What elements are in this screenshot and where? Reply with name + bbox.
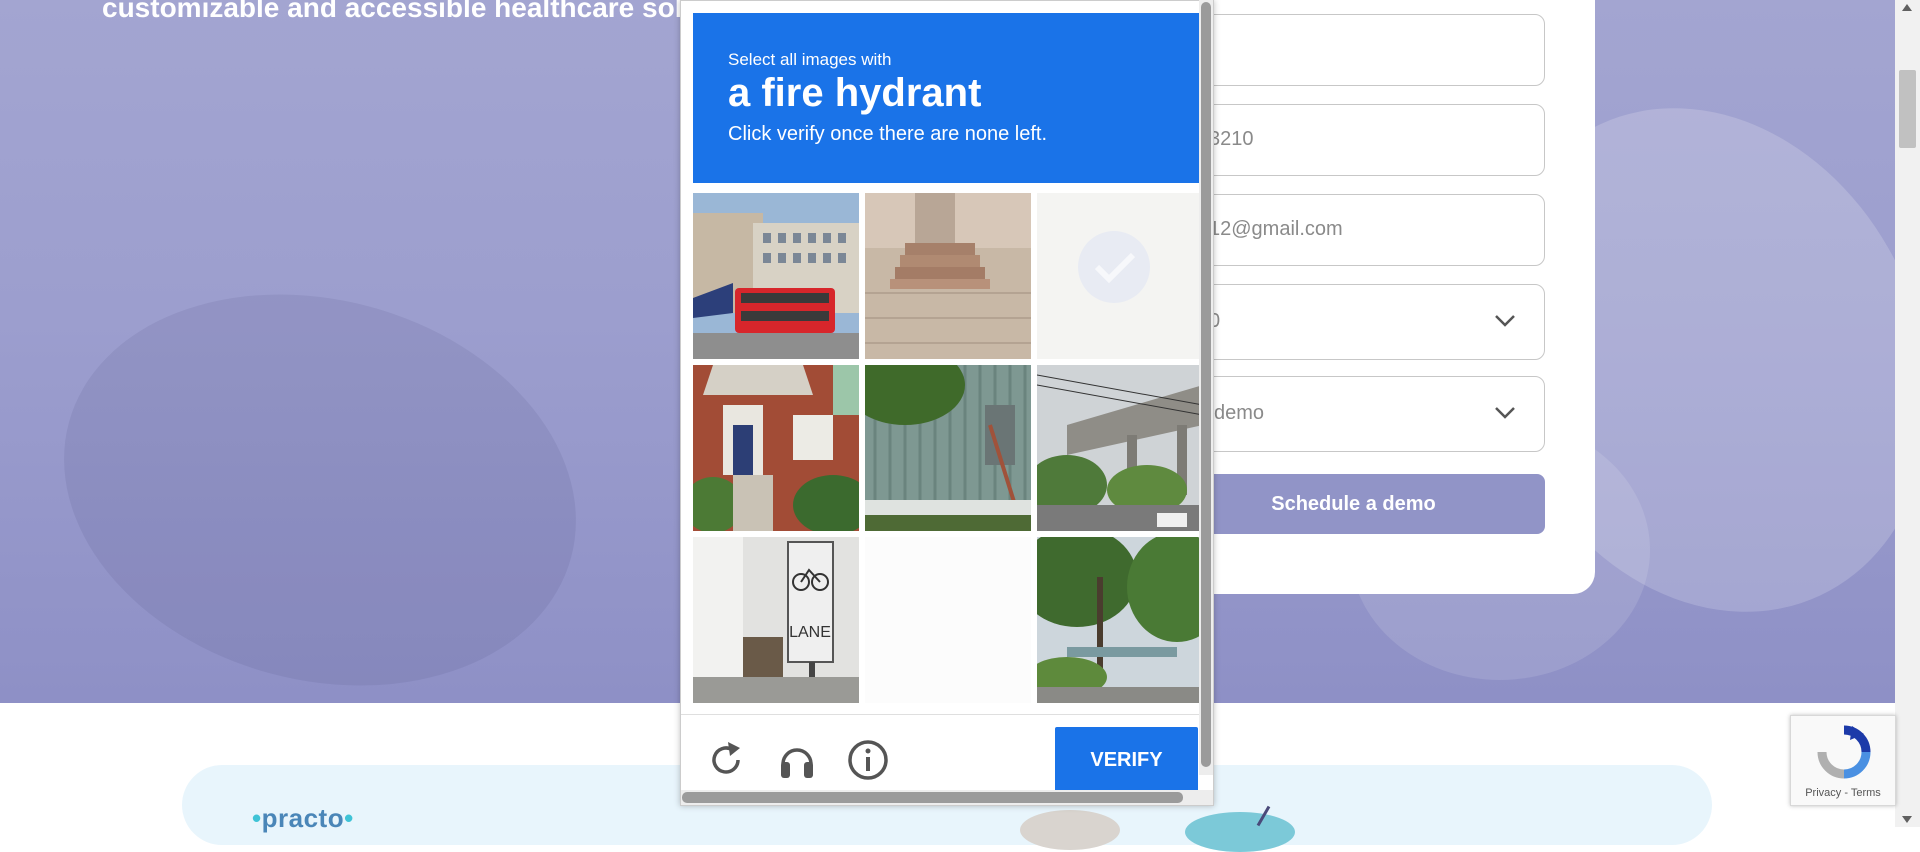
terms-link[interactable]: Terms bbox=[1851, 787, 1881, 799]
partner-illustration bbox=[1185, 812, 1295, 852]
schedule-demo-button[interactable]: Schedule a demo bbox=[1160, 474, 1545, 534]
partner-illustration bbox=[1020, 810, 1120, 850]
phone-field[interactable]: 3210 bbox=[1160, 104, 1545, 176]
recaptcha-badge[interactable]: Privacy - Terms bbox=[1790, 715, 1896, 806]
captcha-tile-green-wall[interactable] bbox=[865, 365, 1031, 531]
trees-road-image bbox=[1037, 537, 1203, 703]
recaptcha-logo-icon bbox=[1817, 725, 1871, 779]
chevron-down-icon bbox=[1495, 315, 1515, 327]
bike-lane-sign-image: LANE bbox=[693, 537, 859, 703]
green-wall-image bbox=[865, 365, 1031, 531]
footer-divider bbox=[681, 714, 1213, 715]
verify-button[interactable]: VERIFY bbox=[1055, 727, 1198, 793]
logo-text: practo bbox=[261, 803, 345, 833]
captcha-tile-bike-lane-sign[interactable]: LANE bbox=[693, 537, 859, 703]
target-object-label: a fire hydrant bbox=[728, 71, 982, 115]
name-field[interactable] bbox=[1160, 14, 1545, 86]
selected-check-icon bbox=[1078, 231, 1150, 303]
logo-dot: • bbox=[252, 803, 262, 833]
select-2-value: demo bbox=[1214, 402, 1265, 424]
captcha-tile-loading[interactable] bbox=[865, 537, 1031, 703]
email-value: 12@gmail.com bbox=[1209, 218, 1343, 240]
scroll-down-arrow-icon[interactable] bbox=[1902, 816, 1912, 823]
page-scrollbar-thumb[interactable] bbox=[1899, 70, 1916, 148]
instruction-line-2: Click verify once there are none left. bbox=[728, 123, 1048, 145]
sign-text: LANE bbox=[789, 624, 831, 641]
hero-background-shape bbox=[19, 239, 621, 703]
instruction-line-1: Select all images with bbox=[728, 50, 892, 69]
logo-dot: • bbox=[344, 803, 354, 833]
headphones-audio-icon[interactable] bbox=[775, 738, 819, 782]
select-field-2[interactable]: demo bbox=[1160, 376, 1545, 452]
captcha-vertical-scrollbar-thumb[interactable] bbox=[1201, 2, 1211, 767]
scroll-up-arrow-icon[interactable] bbox=[1902, 4, 1912, 11]
select-field-1[interactable]: 0 bbox=[1160, 284, 1545, 360]
highway-image bbox=[1037, 365, 1203, 531]
link-separator: - bbox=[1841, 787, 1851, 799]
captcha-horizontal-scrollbar[interactable] bbox=[681, 790, 1213, 805]
recaptcha-links: Privacy - Terms bbox=[1791, 787, 1895, 799]
captcha-tile-bus-street[interactable] bbox=[693, 193, 859, 359]
captcha-tile-steps[interactable] bbox=[865, 193, 1031, 359]
phone-value: 3210 bbox=[1209, 128, 1254, 150]
info-icon[interactable] bbox=[846, 738, 890, 782]
privacy-link[interactable]: Privacy bbox=[1805, 787, 1841, 799]
page-scrollbar[interactable] bbox=[1895, 0, 1920, 827]
captcha-tile-brick-house[interactable] bbox=[693, 365, 859, 531]
captcha-challenge-dialog: Select all images with a fire hydrant Cl… bbox=[680, 0, 1214, 806]
captcha-vertical-scrollbar[interactable] bbox=[1199, 0, 1213, 775]
reload-icon[interactable] bbox=[704, 738, 748, 782]
email-field[interactable]: 12@gmail.com bbox=[1160, 194, 1545, 266]
captcha-tile-highway[interactable] bbox=[1037, 365, 1203, 531]
captcha-horizontal-scrollbar-thumb[interactable] bbox=[682, 792, 1183, 803]
bus-street-image bbox=[693, 193, 859, 359]
captcha-tile-selected[interactable] bbox=[1037, 193, 1203, 359]
practo-logo: •practo• bbox=[252, 803, 354, 834]
captcha-tile-trees-road[interactable] bbox=[1037, 537, 1203, 703]
chevron-down-icon bbox=[1495, 407, 1515, 419]
brick-house-image bbox=[693, 365, 859, 531]
hero-subtitle: customizable and accessible healthcare s… bbox=[102, 0, 700, 23]
captcha-instructions: Select all images with a fire hydrant Cl… bbox=[693, 13, 1208, 183]
steps-image bbox=[865, 193, 1031, 359]
